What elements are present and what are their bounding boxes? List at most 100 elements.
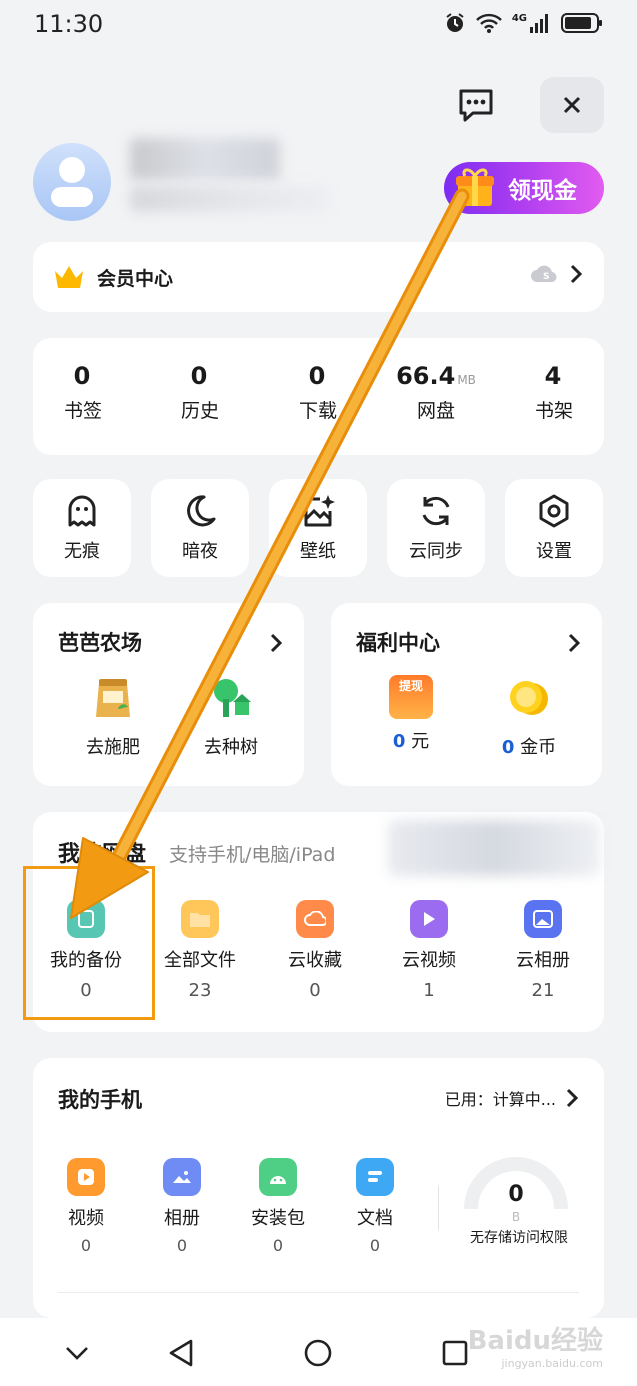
farm-fertilize[interactable]: 去施肥: [63, 675, 163, 759]
recents-square-icon: [442, 1340, 468, 1366]
phone-used-text: 已用：计算中...: [444, 1090, 556, 1109]
moon-icon: [187, 495, 216, 527]
tree-icon: [214, 679, 251, 717]
fertilizer-bag-icon: [96, 679, 130, 717]
tool-incognito[interactable]: 无痕: [33, 479, 131, 577]
get-cash-label: 领现金: [508, 178, 577, 204]
close-button[interactable]: [540, 77, 604, 133]
message-dots-icon: [459, 89, 493, 122]
video-play-icon: [410, 900, 448, 938]
signal-icon: [530, 14, 548, 33]
back-triangle-icon: [169, 1339, 193, 1367]
welfare-cash[interactable]: 提现 0 元: [361, 675, 461, 753]
cloud-subtitle: 支持手机/电脑/iPad: [169, 844, 336, 866]
gift-icon: [456, 168, 494, 206]
stat-history[interactable]: 0 历史: [150, 362, 250, 423]
nav-collapse-button[interactable]: [60, 1336, 94, 1370]
tool-label: 云同步: [409, 541, 463, 562]
chevron-right-icon: [570, 264, 582, 284]
stats-card: 0 书签 0 历史 0 下载 66.4 MB 网盘 4 书架: [33, 338, 604, 455]
cloud-item-label: 全部文件: [164, 950, 236, 971]
system-nav-bar: Baidu经验 jingyan.baidu.com: [0, 1318, 637, 1386]
phone-apks[interactable]: 安装包 0: [233, 1158, 323, 1255]
tool-label: 设置: [536, 541, 572, 562]
settings-icon: [539, 494, 569, 528]
cloud-item-count: 21: [531, 980, 555, 1001]
cash-tag: 提现: [398, 679, 423, 693]
tool-cloud-sync[interactable]: 云同步: [387, 479, 485, 577]
tool-night-mode[interactable]: 暗夜: [151, 479, 249, 577]
photo-icon: [163, 1158, 201, 1196]
phone-item-label: 文档: [357, 1208, 393, 1229]
stat-cloud-drive[interactable]: 66.4 MB 网盘: [386, 362, 486, 423]
coin-value: 0: [501, 737, 515, 758]
message-button[interactable]: [444, 77, 508, 133]
phone-videos[interactable]: 视频 0: [41, 1158, 131, 1255]
phone-item-count: 0: [272, 1236, 284, 1255]
network-label: 4G: [511, 12, 527, 24]
battery-icon: [561, 13, 602, 33]
cloud-banner-blurred: [388, 820, 600, 876]
home-circle-icon: [304, 1339, 332, 1367]
document-icon: [356, 1158, 394, 1196]
highlight-box: [23, 866, 155, 1020]
farm-plant-tree[interactable]: 去种树: [181, 675, 281, 759]
cash-unit: 元: [411, 731, 430, 752]
vip-center-row[interactable]: 会员中心 S: [33, 242, 604, 312]
cloud-videos[interactable]: 云视频 1: [374, 900, 484, 1001]
username-blurred: [130, 138, 280, 180]
video-icon: [67, 1158, 105, 1196]
phone-usage-row[interactable]: 已用：计算中...: [445, 1086, 578, 1110]
android-icon: [259, 1158, 297, 1196]
welfare-coins[interactable]: 0 金币: [479, 675, 579, 759]
welfare-card[interactable]: 福利中心 提现 0 元 0 金币: [331, 603, 602, 786]
album-icon: [524, 900, 562, 938]
chevron-right-icon: [568, 633, 580, 653]
chevron-down-icon: [66, 1347, 88, 1360]
coin-unit: 金币: [520, 737, 557, 758]
gauge-value: 0: [508, 1182, 524, 1207]
crown-icon: [55, 266, 83, 288]
tool-settings[interactable]: 设置: [505, 479, 603, 577]
phone-item-label: 视频: [68, 1208, 104, 1229]
farm-card[interactable]: 芭芭农场 去施肥 去种树: [33, 603, 304, 786]
my-phone-card: 我的手机 已用：计算中... 视频 0 相册 0 安装包 0 文档 0 0 B …: [33, 1058, 604, 1318]
stat-bookmarks[interactable]: 0 书签: [33, 362, 133, 423]
stat-bookshelf[interactable]: 4 书架: [504, 362, 604, 423]
cloud-album[interactable]: 云相册 21: [488, 900, 598, 1001]
cloud-favorites[interactable]: 云收藏 0: [260, 900, 370, 1001]
phone-album[interactable]: 相册 0: [137, 1158, 227, 1255]
cloud-badge-icon: S: [531, 265, 557, 283]
baidu-watermark: Baidu经验 jingyan.baidu.com: [468, 1320, 603, 1370]
phone-documents[interactable]: 文档 0: [330, 1158, 420, 1255]
nav-home-button[interactable]: [301, 1336, 335, 1370]
tool-wallpaper[interactable]: 壁纸: [269, 479, 367, 577]
phone-title: 我的手机: [58, 1088, 142, 1112]
avatar[interactable]: [33, 143, 111, 221]
chevron-right-icon: [566, 1088, 578, 1108]
phone-item-label: 安装包: [251, 1208, 305, 1229]
status-time: 11:30: [34, 10, 104, 38]
farm-item-label: 去种树: [204, 737, 258, 758]
nav-back-button[interactable]: [164, 1336, 198, 1370]
storage-gauge: 0 B: [461, 1144, 571, 1224]
ghost-icon: [68, 495, 96, 527]
tool-label: 壁纸: [300, 541, 336, 562]
cloud-item-count: 1: [423, 980, 435, 1001]
farm-item-label: 去施肥: [86, 737, 140, 758]
watermark-sub: jingyan.baidu.com: [501, 1357, 603, 1370]
cloud-title: 我的网盘: [58, 842, 147, 867]
welfare-title: 福利中心: [356, 631, 440, 655]
cloud-item-count: 23: [188, 980, 212, 1001]
chevron-right-icon: [270, 633, 282, 653]
user-id-blurred: [130, 186, 330, 212]
phone-item-count: 0: [369, 1236, 381, 1255]
get-cash-button[interactable]: 领现金: [444, 162, 604, 214]
folder-icon: [181, 900, 219, 938]
farm-title: 芭芭农场: [58, 631, 142, 655]
cash-envelope-icon: 提现: [389, 675, 433, 719]
cloud-all-files[interactable]: 全部文件 23: [145, 900, 255, 1001]
gauge-unit: B: [511, 1210, 521, 1224]
stat-downloads[interactable]: 0 下载: [268, 362, 368, 423]
sync-icon: [422, 496, 450, 526]
